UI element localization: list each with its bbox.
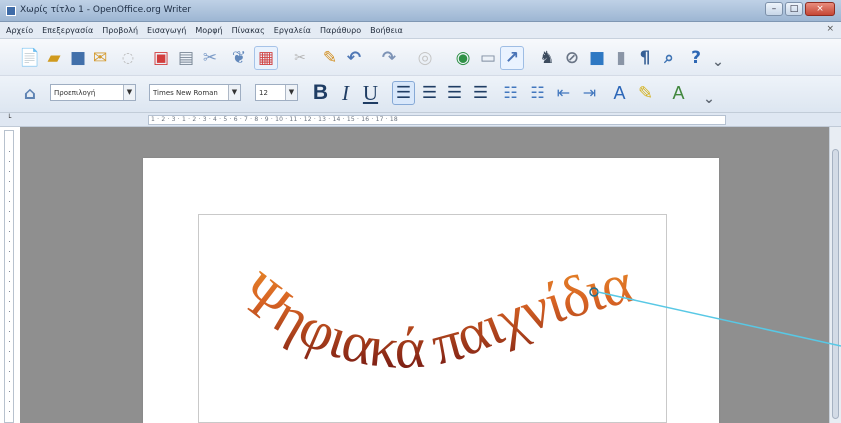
- print-icon[interactable]: ▣: [149, 46, 173, 70]
- menu-table[interactable]: Πίνακας: [232, 26, 265, 35]
- horizontal-ruler: └ 1 · 2 · 3 · 1 · 2 · 3 · 4 · 5 · 6 · 7 …: [0, 113, 841, 127]
- chevron-down-icon[interactable]: ▼: [123, 85, 135, 100]
- menu-insert[interactable]: Εισαγωγή: [147, 26, 186, 35]
- wordart-textpath: Ψηφιακά παιχνίδια & Μαθητές: [195, 205, 652, 381]
- font-name-value: Times New Roman: [153, 89, 218, 97]
- menu-tools[interactable]: Εργαλεία: [274, 26, 311, 35]
- align-left-button[interactable]: ☰: [392, 81, 415, 105]
- paragraph-style-select[interactable]: Προεπιλογή ▼: [50, 84, 136, 101]
- font-size-value: 12: [259, 89, 268, 97]
- undo-icon[interactable]: ↶: [342, 46, 366, 70]
- menu-bar: Αρχείο Επεξεργασία Προβολή Εισαγωγή Μορφ…: [0, 22, 841, 39]
- highlight-icon[interactable]: ✎: [634, 81, 657, 105]
- underline-button[interactable]: U: [359, 81, 382, 105]
- toolbar-options-icon[interactable]: ⌄: [706, 50, 730, 74]
- formatting-toolbar: ⌂ Προεπιλογή ▼ Times New Roman ▼ 12 ▼ B …: [0, 76, 841, 113]
- maximize-button[interactable]: □: [785, 2, 803, 16]
- help-icon[interactable]: ?: [684, 46, 708, 70]
- font-name-select[interactable]: Times New Roman ▼: [149, 84, 241, 101]
- menu-format[interactable]: Μορφή: [195, 26, 222, 35]
- align-right-button[interactable]: ☰: [443, 81, 466, 105]
- openoffice-writer-icon: [6, 6, 16, 16]
- open-folder-icon[interactable]: ▰: [42, 46, 66, 70]
- wordart-text: Ψηφιακά παιχνίδια & Μαθητές: [195, 205, 651, 381]
- table-icon[interactable]: ◉: [451, 46, 475, 70]
- numbering-icon[interactable]: ☷: [499, 81, 522, 105]
- export-pdf-icon[interactable]: ◌: [116, 46, 140, 70]
- redo-icon[interactable]: ↷: [377, 46, 401, 70]
- document-close-icon[interactable]: ×: [826, 24, 834, 34]
- email-icon[interactable]: ✉: [88, 46, 112, 70]
- pilcrow-icon[interactable]: ¶: [633, 46, 657, 70]
- bullets-icon[interactable]: ☷: [526, 81, 549, 105]
- find-replace-icon[interactable]: ↗: [500, 46, 524, 70]
- vertical-scrollbar[interactable]: [829, 127, 841, 423]
- menu-help[interactable]: Βοήθεια: [370, 26, 403, 35]
- styles-icon[interactable]: ⌂: [18, 82, 42, 106]
- paste-icon[interactable]: ▦: [254, 46, 278, 70]
- minimize-button[interactable]: –: [765, 2, 783, 16]
- menu-view[interactable]: Προβολή: [102, 26, 138, 35]
- toolbar-options-icon[interactable]: ⌄: [697, 87, 721, 111]
- wordart-object[interactable]: Ψηφιακά παιχνίδια & Μαθητές: [195, 205, 665, 415]
- window-controls: – □ ×: [765, 2, 835, 16]
- justify-button[interactable]: ☰: [469, 81, 492, 105]
- new-document-icon[interactable]: 📄: [18, 46, 42, 70]
- standard-toolbar: 📄 ▰ ■ ✉ ◌ ▣ ▤ ✂ ❦ ▦ ✂ ✎ ↶ ↷ ◎ ◉ ▭ ↗ ♞ ⊘ …: [0, 39, 841, 76]
- print-preview-icon[interactable]: ▤: [174, 46, 198, 70]
- paragraph-style-value: Προεπιλογή: [54, 89, 96, 97]
- menu-edit[interactable]: Επεξεργασία: [42, 26, 93, 35]
- window-title-bar: Χωρίς τίτλο 1 - OpenOffice.org Writer – …: [0, 0, 841, 22]
- data-sources-icon[interactable]: ■: [585, 46, 609, 70]
- close-button[interactable]: ×: [805, 2, 835, 16]
- spellcheck-icon[interactable]: ✂: [198, 46, 222, 70]
- align-center-button[interactable]: ☰: [418, 81, 441, 105]
- decrease-indent-icon[interactable]: ⇤: [552, 81, 575, 105]
- italic-button[interactable]: I: [334, 81, 357, 105]
- window-title: Χωρίς τίτλο 1 - OpenOffice.org Writer: [20, 5, 192, 15]
- ruler-scale[interactable]: 1 · 2 · 3 · 1 · 2 · 3 · 4 · 5 · 6 · 7 · …: [148, 115, 726, 125]
- ruler-ticks: 1 · 2 · 3 · 1 · 2 · 3 · 4 · 5 · 6 · 7 · …: [151, 116, 398, 123]
- background-color-icon[interactable]: A: [667, 81, 690, 105]
- gallery-icon[interactable]: ⊘: [560, 46, 584, 70]
- chart-icon[interactable]: ▭: [476, 46, 500, 70]
- chevron-down-icon[interactable]: ▼: [228, 85, 240, 100]
- tab-stop-icon[interactable]: └: [7, 114, 15, 124]
- menu-file[interactable]: Αρχείο: [6, 26, 33, 35]
- scrollbar-thumb[interactable]: [832, 149, 839, 419]
- navigator-icon[interactable]: ♞: [535, 46, 559, 70]
- font-color-icon[interactable]: A: [608, 81, 631, 105]
- bold-button[interactable]: B: [309, 81, 332, 105]
- copy-icon[interactable]: ❦: [227, 46, 251, 70]
- zoom-icon[interactable]: ⌕: [657, 46, 681, 70]
- chevron-down-icon[interactable]: ▼: [285, 85, 297, 100]
- save-icon[interactable]: ■: [66, 46, 90, 70]
- increase-indent-icon[interactable]: ⇥: [578, 81, 601, 105]
- format-paintbrush-icon[interactable]: ✎: [318, 46, 342, 70]
- menu-window[interactable]: Παράθυρο: [320, 26, 361, 35]
- nonprinting-characters-icon[interactable]: ▮: [609, 46, 633, 70]
- cut-icon[interactable]: ✂: [288, 46, 312, 70]
- hyperlink-icon[interactable]: ◎: [413, 46, 437, 70]
- font-size-select[interactable]: 12 ▼: [255, 84, 298, 101]
- vertical-ruler: [4, 130, 14, 423]
